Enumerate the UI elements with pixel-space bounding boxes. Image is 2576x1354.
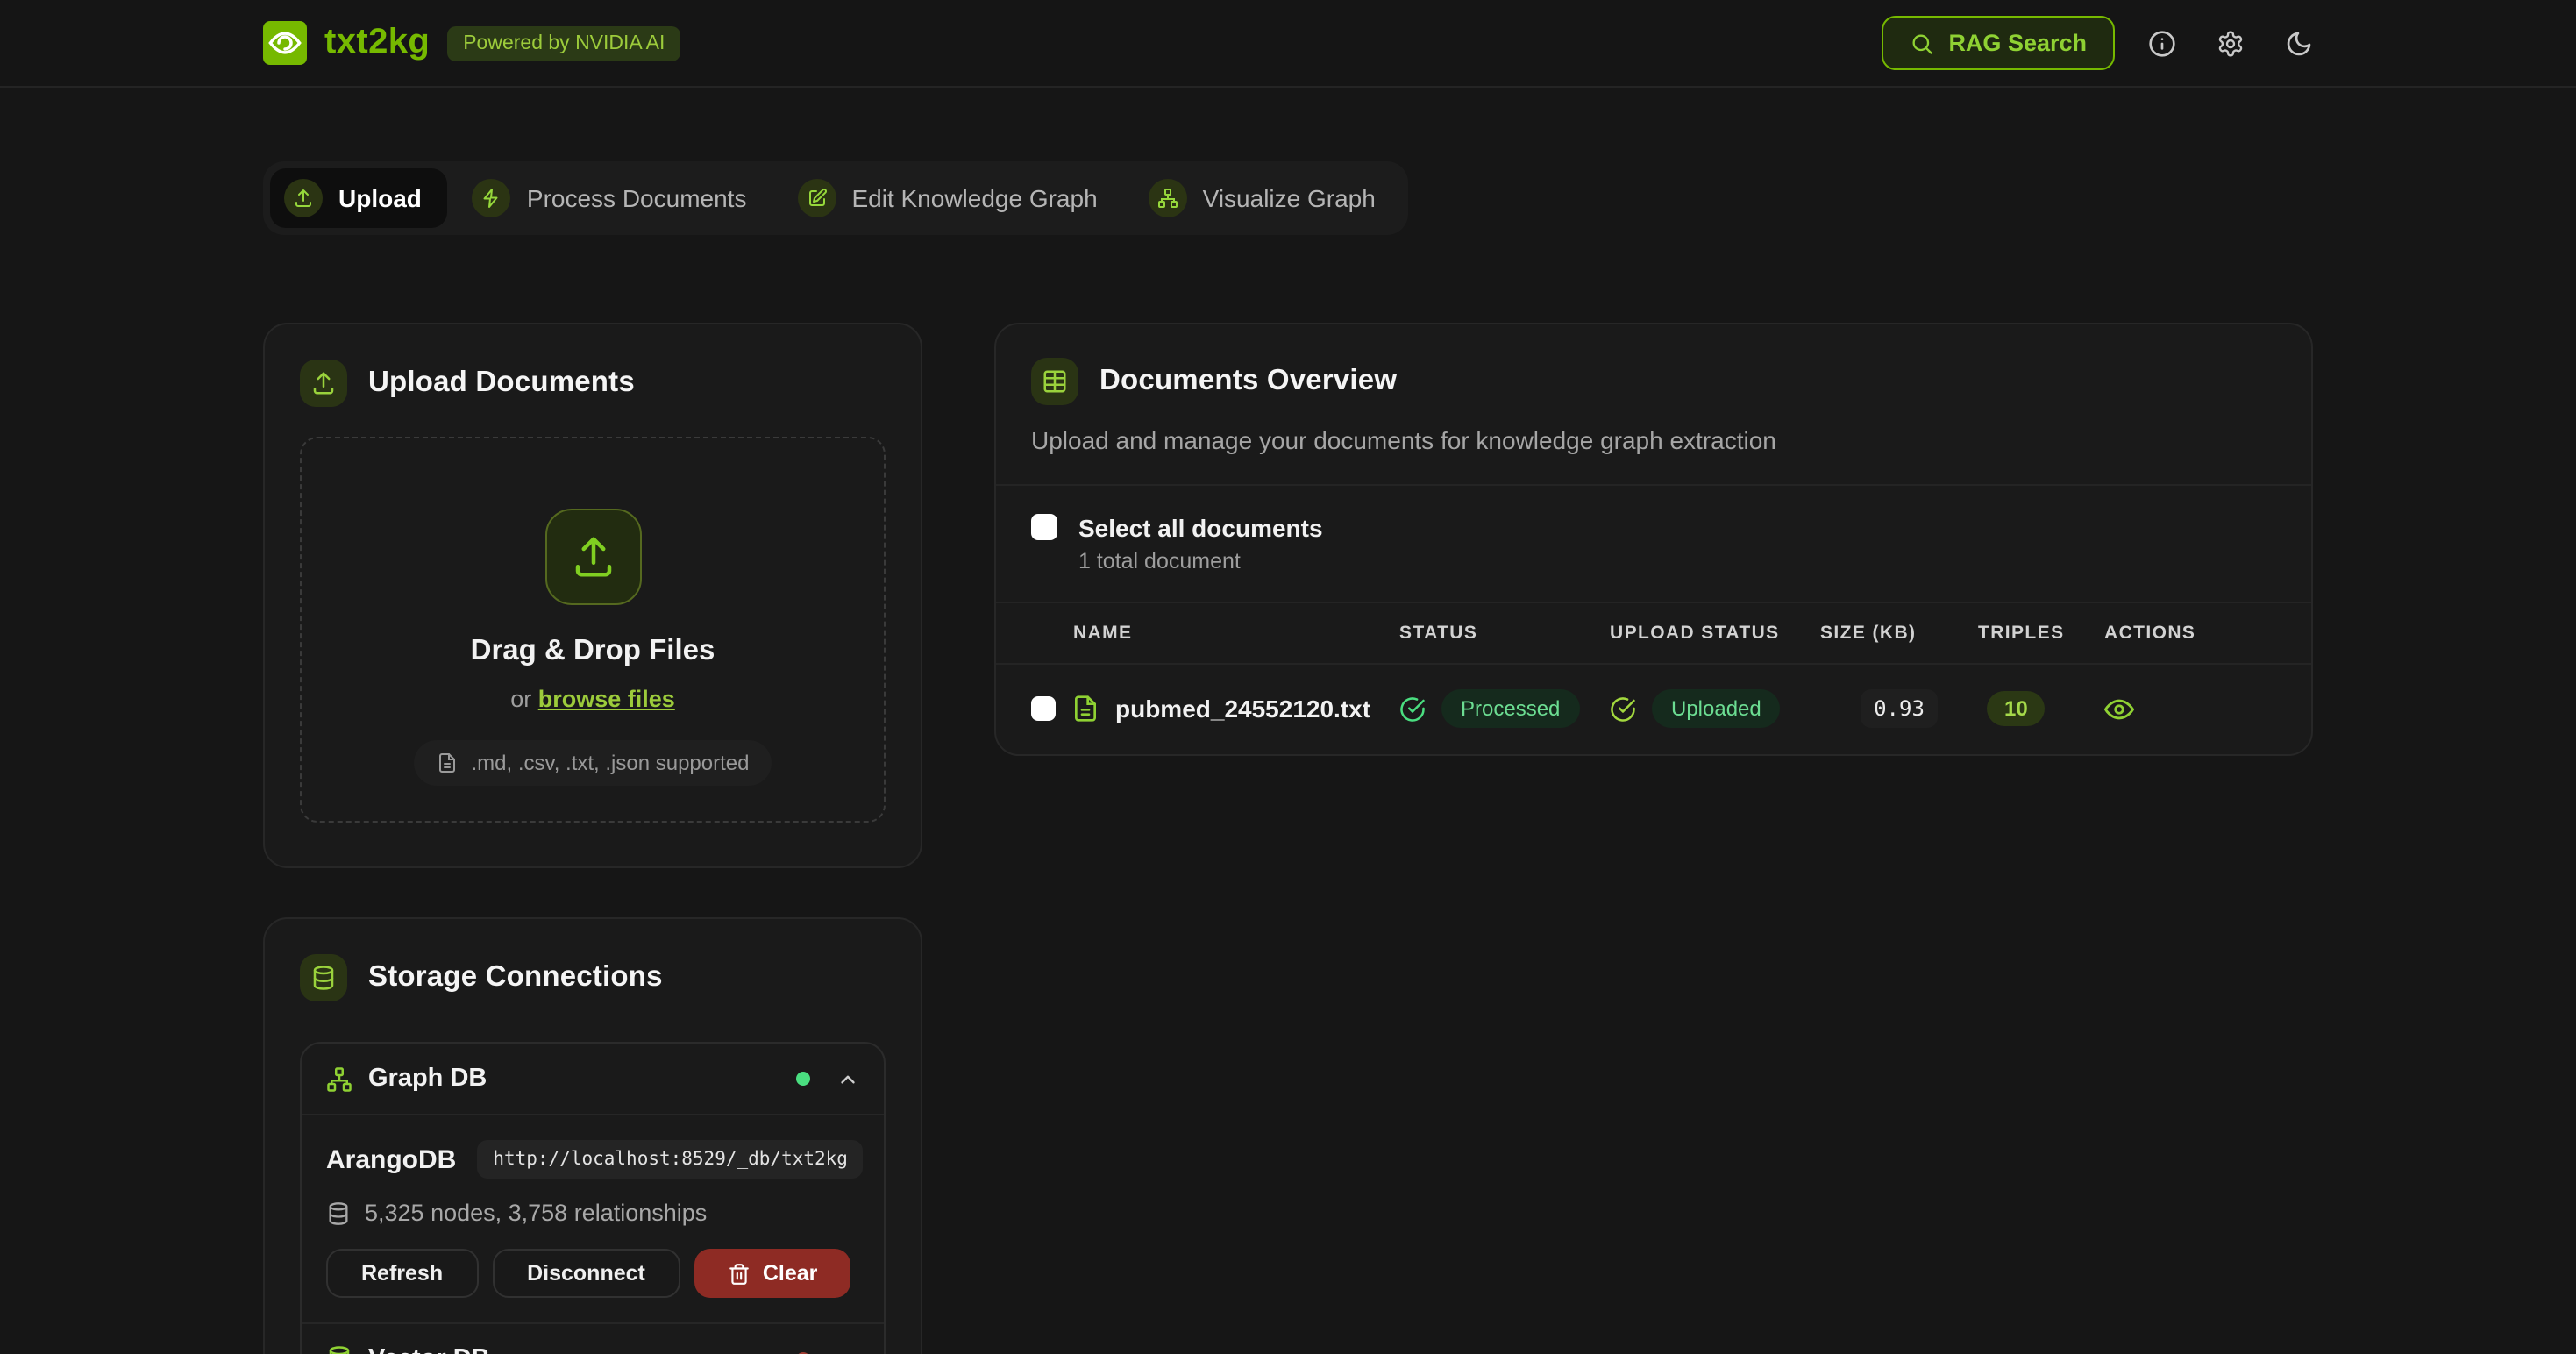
supported-formats-label: .md, .csv, .txt, .json supported (471, 751, 749, 775)
status-badge: Processed (1441, 689, 1579, 728)
nvidia-logo-icon (263, 21, 307, 65)
documents-card-subtitle: Upload and manage your documents for kno… (1031, 426, 2276, 454)
graph-db-details: ArangoDB http://localhost:8529/_db/txt2k… (302, 1114, 884, 1322)
graph-db-label: Graph DB (368, 1065, 487, 1093)
documents-overview-card: Documents Overview Upload and manage you… (994, 323, 2313, 756)
graph-db-provider: ArangoDB (326, 1144, 456, 1174)
database-icon (326, 1201, 351, 1225)
graph-db-url: http://localhost:8529/_db/txt2kg (477, 1140, 864, 1179)
total-documents-label: 1 total document (1078, 549, 1323, 574)
refresh-button[interactable]: Refresh (326, 1249, 478, 1298)
app-title: txt2kg (324, 23, 430, 63)
graph-network-icon (1149, 179, 1187, 217)
check-circle-icon (1399, 695, 1426, 722)
column-header-actions: Actions (2097, 623, 2311, 644)
upload-documents-card: Upload Documents Drag & Drop Files or br… (263, 323, 922, 868)
rag-search-button[interactable]: RAG Search (1882, 16, 2115, 70)
dropzone-title: Drag & Drop Files (471, 635, 715, 668)
chevron-up-icon[interactable] (836, 1067, 859, 1090)
upload-icon (284, 179, 323, 217)
column-header-size: Size (KB) (1820, 623, 1978, 644)
top-header: txt2kg Powered by NVIDIA AI RAG Search (0, 0, 2576, 88)
graph-db-section-toggle[interactable]: Graph DB (302, 1044, 884, 1114)
info-icon[interactable] (2148, 29, 2176, 57)
tab-visualize-graph-label: Visualize Graph (1203, 184, 1376, 212)
upload-status-badge: Uploaded (1652, 689, 1781, 728)
select-all-label: Select all documents (1078, 514, 1323, 542)
view-document-eye-icon[interactable] (2104, 694, 2134, 723)
tab-upload-label: Upload (338, 184, 422, 212)
database-icon (326, 1345, 352, 1354)
chevron-down-icon[interactable] (836, 1347, 859, 1354)
column-header-name: Name (1031, 623, 1399, 644)
tab-process-documents-label: Process Documents (527, 184, 747, 212)
storage-card-title: Storage Connections (368, 961, 663, 994)
dropzone-upload-icon[interactable] (544, 509, 641, 605)
search-icon (1910, 31, 1934, 55)
dropzone-or-line: or browse files (510, 686, 675, 712)
tab-process-documents[interactable]: Process Documents (459, 168, 773, 228)
table-grid-icon (1031, 358, 1078, 405)
edit-pencil-icon (797, 179, 836, 217)
app-window: txt2kg Powered by NVIDIA AI RAG Search U… (0, 0, 2576, 1354)
trash-icon (728, 1262, 751, 1285)
clear-button[interactable]: Clear (694, 1249, 851, 1298)
documents-card-title: Documents Overview (1099, 365, 1397, 398)
database-icon (300, 954, 347, 1001)
file-icon (436, 752, 457, 773)
documents-table-header: Name Status Upload Status Size (KB) Trip… (996, 602, 2311, 665)
check-circle-icon (1610, 695, 1636, 722)
dark-mode-moon-icon[interactable] (2285, 29, 2313, 57)
column-header-upload-status: Upload Status (1610, 623, 1820, 644)
tab-upload[interactable]: Upload (270, 168, 448, 228)
lightning-icon (473, 179, 511, 217)
or-text: or (510, 686, 538, 712)
file-text-icon (1071, 695, 1099, 723)
graph-db-stats: 5,325 nodes, 3,758 relationships (365, 1200, 707, 1226)
storage-connections-panel: Graph DB ArangoDB http://localhost:8529/… (300, 1042, 886, 1354)
graph-db-connected-dot (796, 1072, 810, 1086)
tab-visualize-graph[interactable]: Visualize Graph (1135, 168, 1402, 228)
table-row: pubmed_24552120.txt Processed Uploaded 0… (996, 665, 2311, 754)
powered-by-badge: Powered by NVIDIA AI (447, 25, 680, 61)
vector-db-label: Vector DB (368, 1344, 490, 1354)
supported-formats-badge: .md, .csv, .txt, .json supported (413, 740, 772, 786)
column-header-triples: Triples (1978, 623, 2097, 644)
file-dropzone[interactable]: Drag & Drop Files or browse files .md, .… (300, 437, 886, 823)
column-header-status: Status (1399, 623, 1610, 644)
rag-search-label: RAG Search (1948, 30, 2087, 56)
graph-network-icon (326, 1065, 352, 1092)
select-all-checkbox[interactable] (1031, 514, 1057, 540)
browse-files-link[interactable]: browse files (538, 686, 675, 712)
storage-connections-card: Storage Connections Graph DB (263, 917, 922, 1354)
brand: txt2kg Powered by NVIDIA AI (263, 21, 680, 65)
document-name: pubmed_24552120.txt (1115, 695, 1370, 723)
tab-edit-knowledge-graph[interactable]: Edit Knowledge Graph (783, 168, 1123, 228)
triples-count-badge: 10 (1987, 691, 2046, 726)
vector-db-section-toggle[interactable]: Vector DB (302, 1322, 884, 1354)
tab-edit-knowledge-graph-label: Edit Knowledge Graph (851, 184, 1097, 212)
upload-icon (300, 360, 347, 407)
row-checkbox[interactable] (1031, 696, 1056, 721)
upload-card-title: Upload Documents (368, 367, 635, 400)
size-value: 0.93 (1860, 689, 1939, 728)
clear-label: Clear (763, 1261, 818, 1286)
disconnect-button[interactable]: Disconnect (492, 1249, 680, 1298)
settings-gear-icon[interactable] (2217, 29, 2245, 57)
main-tab-bar: Upload Process Documents Edit Knowledge … (263, 161, 1409, 235)
